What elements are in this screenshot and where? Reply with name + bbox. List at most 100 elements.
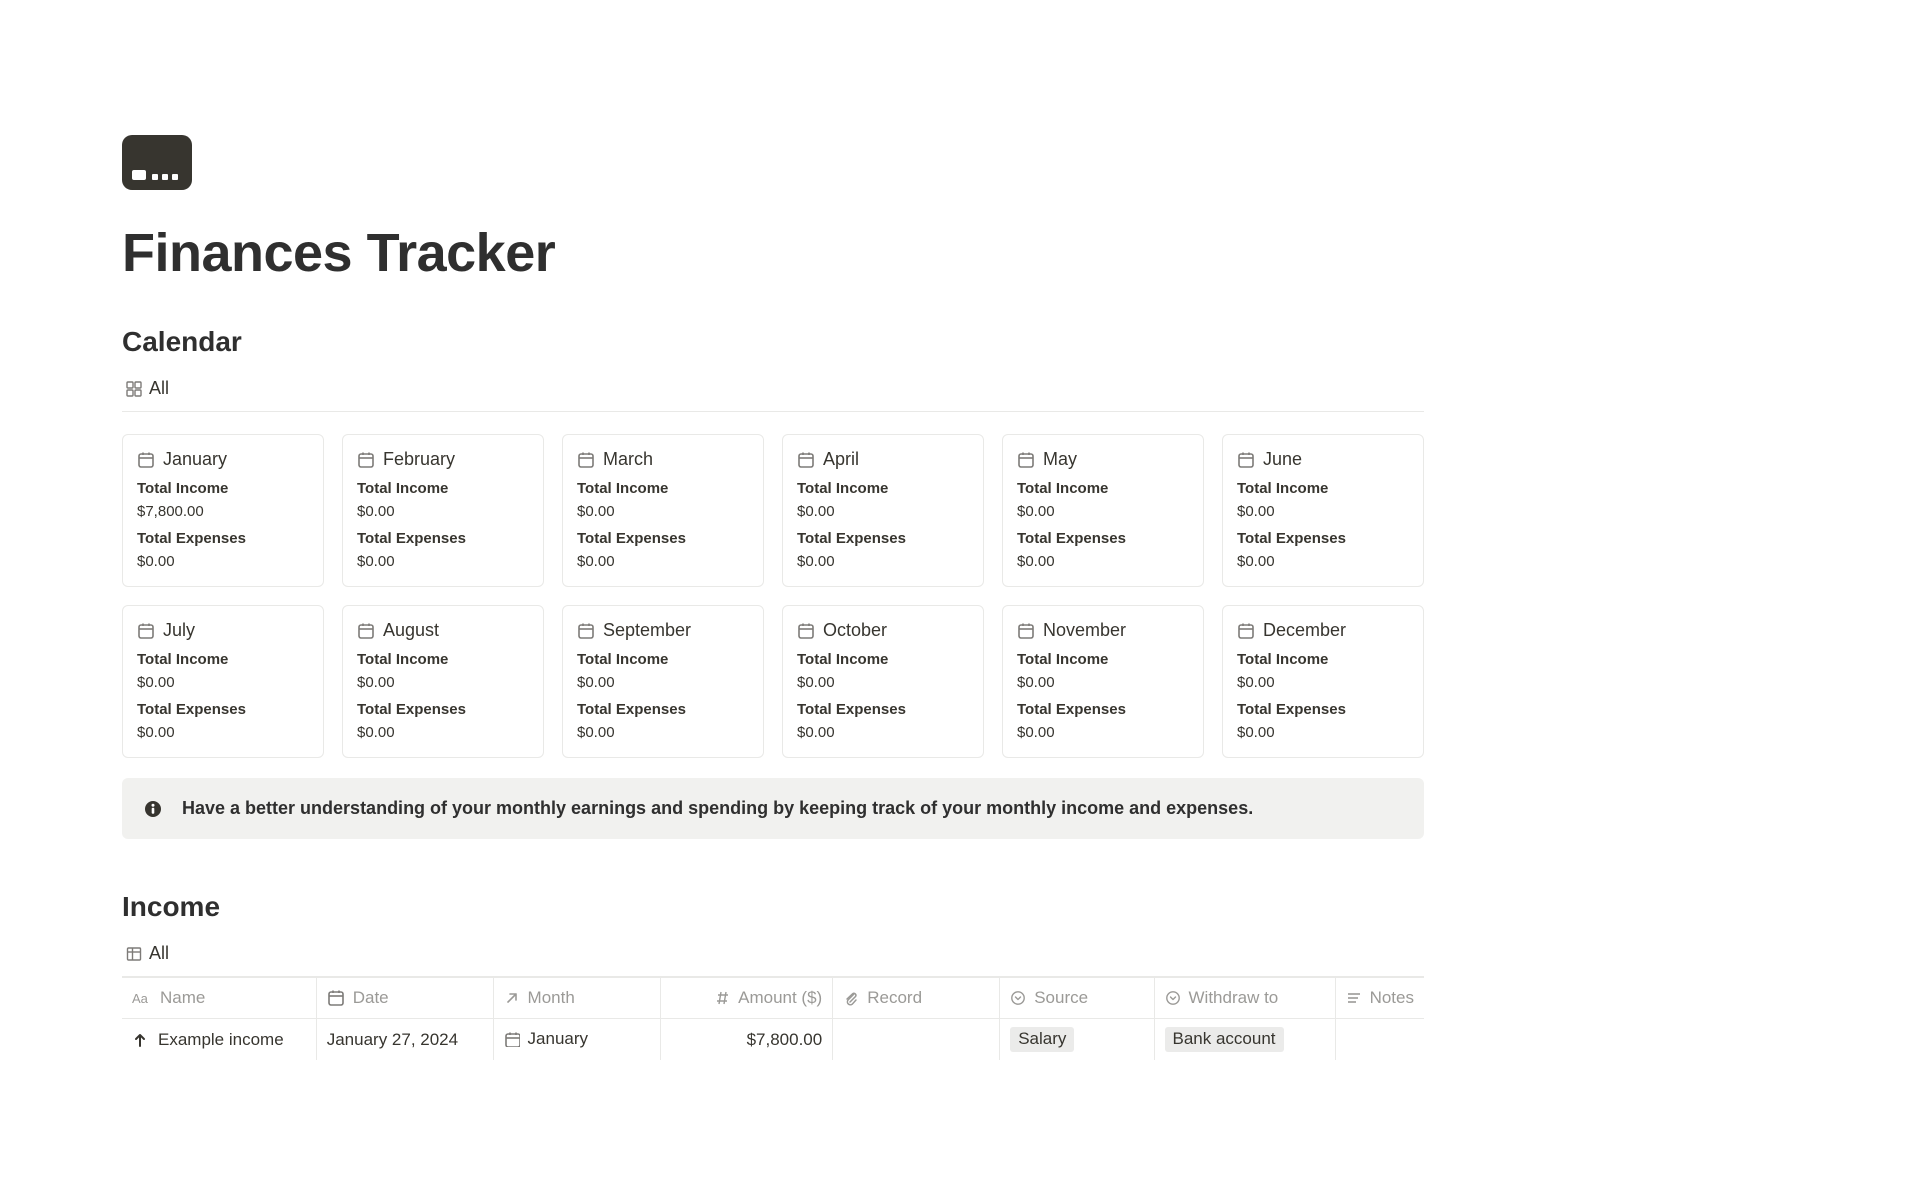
cell-source[interactable]: Salary (1000, 1019, 1154, 1061)
callout-text: Have a better understanding of your mont… (182, 798, 1253, 819)
col-amount[interactable]: Amount ($) (661, 978, 833, 1019)
cell-name[interactable]: Example income (122, 1019, 316, 1061)
income-label: Total Income (357, 480, 529, 497)
month-name: August (383, 620, 439, 641)
month-card[interactable]: August Total Income $0.00 Total Expenses… (342, 605, 544, 758)
month-name: September (603, 620, 691, 641)
calendar-icon (577, 622, 595, 640)
income-value: $0.00 (1237, 674, 1409, 691)
page-icon (122, 135, 192, 190)
calendar-icon (357, 451, 375, 469)
month-card[interactable]: December Total Income $0.00 Total Expens… (1222, 605, 1424, 758)
expenses-value: $0.00 (137, 553, 309, 570)
calendar-view-all[interactable]: All (122, 376, 173, 401)
col-source[interactable]: Source (1000, 978, 1154, 1019)
income-heading: Income (122, 891, 1424, 923)
col-month[interactable]: Month (493, 978, 661, 1019)
calendar-icon (797, 451, 815, 469)
month-card[interactable]: April Total Income $0.00 Total Expenses … (782, 434, 984, 587)
month-card[interactable]: March Total Income $0.00 Total Expenses … (562, 434, 764, 587)
cell-withdraw[interactable]: Bank account (1154, 1019, 1335, 1061)
expenses-label: Total Expenses (797, 530, 969, 547)
gallery-icon (126, 381, 142, 397)
expenses-value: $0.00 (577, 553, 749, 570)
month-card[interactable]: February Total Income $0.00 Total Expens… (342, 434, 544, 587)
expenses-label: Total Expenses (1017, 701, 1189, 718)
expenses-value: $0.00 (1017, 553, 1189, 570)
expenses-label: Total Expenses (357, 530, 529, 547)
month-name: February (383, 449, 455, 470)
calendar-icon (1237, 451, 1255, 469)
calendar-icon (504, 1031, 520, 1047)
relation-icon (504, 990, 520, 1006)
month-name: March (603, 449, 653, 470)
income-view-all[interactable]: All (122, 941, 173, 966)
calendar-gallery: January Total Income $7,800.00 Total Exp… (122, 434, 1424, 758)
month-card[interactable]: July Total Income $0.00 Total Expenses $… (122, 605, 324, 758)
expenses-label: Total Expenses (1237, 701, 1409, 718)
month-name: May (1043, 449, 1077, 470)
calendar-icon (137, 622, 155, 640)
expenses-value: $0.00 (1017, 724, 1189, 741)
col-withdraw[interactable]: Withdraw to (1154, 978, 1335, 1019)
month-card[interactable]: January Total Income $7,800.00 Total Exp… (122, 434, 324, 587)
col-name[interactable]: Name (122, 978, 316, 1019)
expenses-value: $0.00 (797, 553, 969, 570)
month-name: October (823, 620, 887, 641)
cell-amount[interactable]: $7,800.00 (661, 1019, 833, 1061)
month-card[interactable]: October Total Income $0.00 Total Expense… (782, 605, 984, 758)
expenses-value: $0.00 (357, 553, 529, 570)
calendar-icon (1017, 622, 1035, 640)
calendar-icon (1017, 451, 1035, 469)
month-card[interactable]: November Total Income $0.00 Total Expens… (1002, 605, 1204, 758)
income-label: Total Income (797, 651, 969, 668)
month-card[interactable]: June Total Income $0.00 Total Expenses $… (1222, 434, 1424, 587)
expenses-label: Total Expenses (137, 530, 309, 547)
expenses-value: $0.00 (357, 724, 529, 741)
month-name: June (1263, 449, 1302, 470)
info-icon (144, 800, 162, 818)
table-row[interactable]: Example income January 27, 2024 January … (122, 1019, 1424, 1061)
income-label: Total Income (797, 480, 969, 497)
income-value: $0.00 (137, 674, 309, 691)
income-value: $7,800.00 (137, 503, 309, 520)
month-name: April (823, 449, 859, 470)
attachment-icon (843, 990, 859, 1006)
income-value: $0.00 (1017, 503, 1189, 520)
income-label: Total Income (1237, 480, 1409, 497)
income-value: $0.00 (577, 503, 749, 520)
calendar-view-tabs: All (122, 376, 1424, 412)
income-label: Total Income (357, 651, 529, 668)
calendar-icon (1237, 622, 1255, 640)
arrow-up-icon (132, 1032, 148, 1048)
cell-month[interactable]: January (493, 1019, 661, 1061)
cell-date[interactable]: January 27, 2024 (316, 1019, 493, 1061)
col-record[interactable]: Record (833, 978, 1000, 1019)
calendar-icon (577, 451, 595, 469)
expenses-value: $0.00 (137, 724, 309, 741)
income-value: $0.00 (1237, 503, 1409, 520)
expenses-label: Total Expenses (137, 701, 309, 718)
col-notes[interactable]: Notes (1335, 978, 1424, 1019)
expenses-value: $0.00 (1237, 724, 1409, 741)
text-icon (1346, 990, 1362, 1006)
col-date[interactable]: Date (316, 978, 493, 1019)
income-label: Total Income (577, 480, 749, 497)
income-label: Total Income (137, 480, 309, 497)
expenses-label: Total Expenses (357, 701, 529, 718)
month-card[interactable]: May Total Income $0.00 Total Expenses $0… (1002, 434, 1204, 587)
income-label: Total Income (1017, 651, 1189, 668)
income-view-label: All (149, 943, 169, 964)
calendar-icon (357, 622, 375, 640)
income-value: $0.00 (577, 674, 749, 691)
cell-notes[interactable] (1335, 1019, 1424, 1061)
income-label: Total Income (1017, 480, 1189, 497)
income-label: Total Income (577, 651, 749, 668)
income-value: $0.00 (357, 674, 529, 691)
cell-record[interactable] (833, 1019, 1000, 1061)
expenses-label: Total Expenses (577, 530, 749, 547)
income-view-tabs: All (122, 941, 1424, 977)
month-card[interactable]: September Total Income $0.00 Total Expen… (562, 605, 764, 758)
income-label: Total Income (137, 651, 309, 668)
income-value: $0.00 (797, 503, 969, 520)
